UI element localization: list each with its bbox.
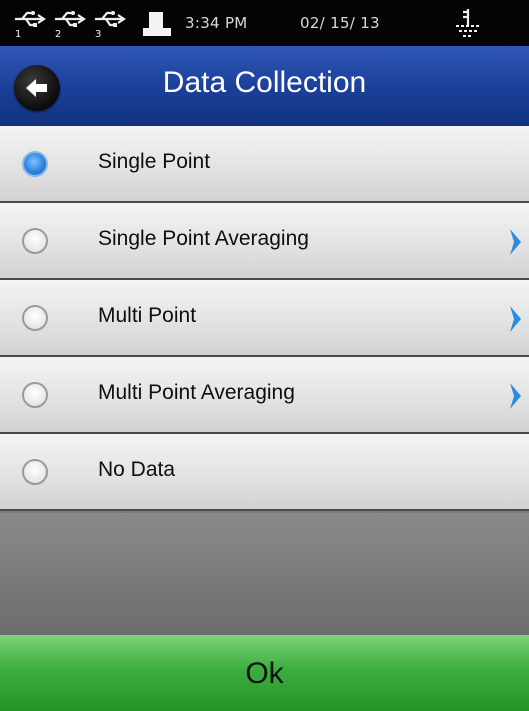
radio-button[interactable] — [22, 459, 48, 485]
option-multi-point[interactable]: Multi Point — [0, 280, 529, 357]
svg-text:2: 2 — [55, 29, 61, 39]
status-time: 3:34 PM — [185, 14, 248, 32]
data-collection-options: Single Point Single Point Averaging Mult… — [0, 126, 529, 511]
status-date: 02/ 15/ 13 — [300, 14, 380, 32]
chevron-right-icon[interactable] — [507, 304, 525, 334]
title-bar: Data Collection — [0, 46, 529, 126]
ok-button[interactable]: Ok — [0, 635, 529, 711]
radio-button[interactable] — [22, 305, 48, 331]
option-label: Single Point — [98, 150, 211, 173]
printer-icon — [140, 10, 174, 38]
ground-probe-icon — [450, 6, 486, 42]
option-label: Multi Point Averaging — [98, 381, 295, 404]
empty-list-area — [0, 513, 529, 635]
option-no-data[interactable]: No Data — [0, 434, 529, 511]
svg-text:1: 1 — [15, 29, 21, 39]
option-single-point[interactable]: Single Point — [0, 126, 529, 203]
option-multi-point-averaging[interactable]: Multi Point Averaging — [0, 357, 529, 434]
page-title: Data Collection — [162, 66, 367, 99]
chevron-right-icon[interactable] — [507, 227, 525, 257]
usb-2-icon: 2 — [52, 9, 88, 39]
svg-text:3: 3 — [95, 29, 101, 39]
option-single-point-averaging[interactable]: Single Point Averaging — [0, 203, 529, 280]
option-label: Multi Point — [98, 304, 197, 327]
status-bar: 1 2 3 3:34 PM 02/ 15/ 13 — [0, 0, 529, 46]
ok-button-label: Ok — [245, 657, 284, 690]
radio-button[interactable] — [22, 382, 48, 408]
option-label: No Data — [98, 458, 176, 481]
device-screen: 1 2 3 3:34 PM 02/ 15/ 13 Data Collection… — [0, 0, 529, 711]
radio-button-selected[interactable] — [22, 151, 48, 177]
usb-3-icon: 3 — [92, 9, 128, 39]
chevron-right-icon[interactable] — [507, 381, 525, 411]
option-label: Single Point Averaging — [98, 227, 309, 250]
usb-1-icon: 1 — [12, 9, 48, 39]
radio-button[interactable] — [22, 228, 48, 254]
